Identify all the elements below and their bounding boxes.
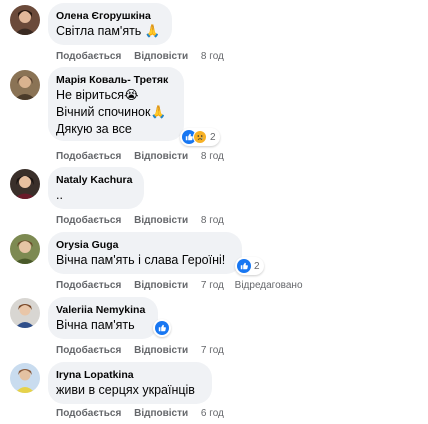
comment-time[interactable]: 8 год (201, 51, 224, 62)
avatar[interactable] (10, 5, 40, 35)
reaction-count: 2 (254, 260, 260, 272)
reply-button[interactable]: Відповісти (134, 151, 188, 162)
reply-button[interactable]: Відповісти (134, 408, 188, 419)
comment-bubble: Nataly Kachura .. (48, 167, 144, 209)
comment-author[interactable]: Марія Коваль- Третяк (56, 73, 174, 87)
like-button[interactable]: Подобається (56, 215, 121, 226)
avatar[interactable] (10, 363, 40, 393)
comment-time[interactable]: 7 год (201, 345, 224, 356)
reply-button[interactable]: Відповісти (134, 215, 188, 226)
comment-text: Світла пам'ять 🙏 (56, 24, 161, 38)
comment-author[interactable]: Nataly Kachura (56, 173, 134, 187)
comment-time[interactable]: 8 год (201, 215, 224, 226)
comment-text: Вічний спочинок🙏 (56, 105, 167, 119)
comment-actions: Подобається Відповісти 8 год (56, 151, 232, 162)
comment-text: Дякую за все (56, 122, 132, 136)
comment-author[interactable]: Олена Єгорушкіна (56, 9, 162, 23)
comment-author[interactable]: Valeriia Nemykina (56, 303, 148, 317)
like-button[interactable]: Подобається (56, 345, 121, 356)
comment-time[interactable]: 8 год (201, 151, 224, 162)
comment-author[interactable]: Orysia Guga (56, 238, 232, 252)
like-button[interactable]: Подобається (56, 151, 121, 162)
comment-actions: Подобається Відповісти 8 год (56, 215, 232, 226)
comment-bubble: Orysia Guga Вічна пам'ять і слава Героїн… (48, 232, 242, 274)
comment-bubble: Олена Єгорушкіна Світла пам'ять 🙏 (48, 3, 172, 45)
sad-icon (193, 130, 207, 144)
reaction-summary[interactable] (153, 319, 171, 337)
comment-actions: Подобається Відповісти 6 год (56, 408, 232, 419)
comment-text: Не віриться😭 (56, 88, 139, 102)
comment-text: Вічна пам'ять і слава Героїні! (56, 253, 226, 267)
comment-text: Вічна пам'ять (56, 318, 135, 332)
reply-button[interactable]: Відповісти (134, 345, 188, 356)
comment-text: .. (56, 188, 63, 202)
comment-actions: Подобається Відповісти 7 год Відредагова… (56, 280, 303, 291)
like-icon (237, 259, 251, 273)
reaction-count: 2 (210, 131, 216, 143)
like-button[interactable]: Подобається (56, 408, 121, 419)
like-icon (155, 321, 169, 335)
reply-button[interactable]: Відповісти (134, 51, 188, 62)
edited-label[interactable]: Відредаговано (235, 280, 303, 291)
avatar[interactable] (10, 169, 40, 199)
comment-text: живи в серцях українців (56, 383, 195, 397)
avatar[interactable] (10, 70, 40, 100)
like-button[interactable]: Подобається (56, 51, 121, 62)
comment-bubble: Iryna Lopatkina живи в серцях українців (48, 362, 212, 404)
comment-time[interactable]: 6 год (201, 408, 224, 419)
reaction-summary[interactable]: 2 (235, 257, 264, 275)
like-button[interactable]: Подобається (56, 280, 121, 291)
comment-author[interactable]: Iryna Lopatkina (56, 368, 202, 382)
comment-actions: Подобається Відповісти 7 год (56, 345, 232, 356)
comment-time[interactable]: 7 год (201, 280, 224, 291)
reaction-summary[interactable]: 2 (180, 128, 220, 146)
comment-bubble: Марія Коваль- Третяк Не віриться😭 Вічний… (48, 67, 184, 141)
comment-bubble: Valeriia Nemykina Вічна пам'ять (48, 297, 158, 339)
avatar[interactable] (10, 298, 40, 328)
avatar[interactable] (10, 234, 40, 264)
comment-actions: Подобається Відповісти 8 год (56, 51, 232, 62)
reply-button[interactable]: Відповісти (134, 280, 188, 291)
